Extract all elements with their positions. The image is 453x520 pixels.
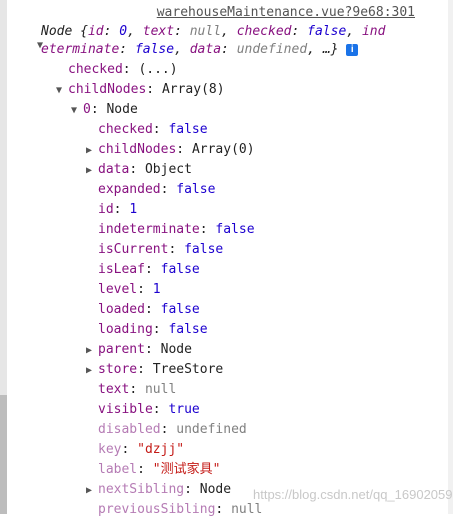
tree-row-loading[interactable]: loading: false — [86, 320, 208, 340]
tree-row-visible[interactable]: visible: true — [86, 400, 200, 420]
property-value: 1 — [152, 282, 161, 297]
property-value: TreeStore — [152, 362, 224, 377]
tree-row-checked[interactable]: checked: false — [86, 120, 208, 140]
property-value: false — [160, 262, 200, 277]
property-value: false — [176, 182, 216, 197]
property-key: isLeaf — [98, 262, 145, 277]
summary-prefix: Node { — [41, 24, 88, 39]
expand-arrow-icon[interactable]: ▼ — [71, 101, 83, 121]
tree-row-disabled[interactable]: disabled: undefined — [86, 420, 247, 440]
property-value: 1 — [129, 202, 138, 217]
property-value: Node — [160, 342, 192, 357]
expand-arrow-icon[interactable]: ▶ — [86, 341, 98, 361]
property-value: undefined — [176, 422, 247, 437]
tree-row-level[interactable]: level: 1 — [86, 280, 161, 300]
tree-row-text[interactable]: text: null — [86, 380, 176, 400]
tree-row-indeterminate[interactable]: indeterminate: false — [86, 220, 255, 240]
expand-arrow-icon[interactable]: ▶ — [86, 161, 98, 181]
property-key: text — [98, 382, 130, 397]
tree-row-parent[interactable]: ▶ parent: Node — [86, 340, 192, 360]
watermark: https://blog.csdn.net/qq_16902059 — [253, 487, 453, 502]
scrollbar-thumb[interactable] — [0, 395, 7, 514]
property-key: label — [98, 462, 138, 477]
left-scrollbar[interactable] — [0, 0, 7, 514]
property-key: loading — [98, 322, 153, 337]
property-key: isCurrent — [98, 242, 169, 257]
property-key: loaded — [98, 302, 145, 317]
property-key: parent — [98, 342, 145, 357]
tree-row-id[interactable]: id: 1 — [86, 200, 137, 220]
property-key: checked — [98, 122, 153, 137]
property-value: null — [231, 502, 263, 517]
property-key: expanded — [98, 182, 161, 197]
tree-row-checked[interactable]: checked: (...) — [68, 60, 178, 80]
right-scrollbar[interactable] — [448, 0, 453, 514]
property-value: false — [184, 242, 224, 257]
tree-row-nextsibling[interactable]: ▶ nextSibling: Node — [86, 480, 231, 500]
property-value: false — [168, 322, 208, 337]
tree-row-data[interactable]: ▶ data: Object — [86, 160, 192, 180]
property-key: previousSibling — [98, 502, 216, 517]
tree-row-isleaf[interactable]: isLeaf: false — [86, 260, 200, 280]
property-value: false — [160, 302, 200, 317]
expand-arrow-icon[interactable]: ▶ — [86, 361, 98, 381]
property-key: disabled — [98, 422, 161, 437]
tree-row-label[interactable]: label: "测试家具" — [86, 460, 220, 480]
tree-row-childnodes[interactable]: ▼ childNodes: Array(8) — [56, 80, 225, 100]
tree-row-node-0[interactable]: ▼ 0: Node — [71, 100, 138, 120]
property-value: Node — [199, 482, 232, 497]
property-value: false — [215, 222, 255, 237]
property-value: true — [168, 402, 200, 417]
property-key: key — [98, 442, 122, 457]
expand-arrow-icon[interactable]: ▶ — [86, 481, 98, 501]
tree-row-previoussibling[interactable]: previousSibling: null — [86, 500, 262, 520]
property-value: "测试家具" — [152, 462, 221, 477]
property-value: Object — [144, 162, 192, 177]
property-value: false — [168, 122, 208, 137]
property-key: store — [98, 362, 138, 377]
tree-row-loaded[interactable]: loaded: false — [86, 300, 200, 320]
collapse-arrow-icon[interactable]: ▼ — [37, 37, 43, 55]
property-value: "dzjj" — [137, 442, 185, 457]
tree-row-childnodes[interactable]: ▶ childNodes: Array(0) — [86, 140, 255, 160]
tree-row-expanded[interactable]: expanded: false — [86, 180, 215, 200]
property-key: childNodes — [98, 142, 177, 157]
tree-row-key[interactable]: key: "dzjj" — [86, 440, 184, 460]
node-summary[interactable]: ▼ Node {id: 0, text: null, checked: fals… — [37, 23, 441, 59]
tree-row-store[interactable]: ▶ store: TreeStore — [86, 360, 223, 380]
property-value: null — [144, 382, 177, 397]
source-link[interactable]: warehouseMaintenance.vue?9e68:301 — [157, 5, 415, 20]
expand-arrow-icon[interactable]: ▶ — [86, 141, 98, 161]
property-key: visible — [98, 402, 153, 417]
tree-row-iscurrent[interactable]: isCurrent: false — [86, 240, 223, 260]
expand-arrow-icon[interactable]: ▼ — [56, 81, 68, 101]
property-value: Array(0) — [191, 142, 255, 157]
property-key: id — [98, 202, 114, 217]
property-key: nextSibling — [98, 482, 185, 497]
info-icon[interactable]: i — [346, 43, 359, 56]
property-key: indeterminate — [98, 222, 200, 237]
property-key: level — [98, 282, 138, 297]
property-key: data — [98, 162, 130, 177]
